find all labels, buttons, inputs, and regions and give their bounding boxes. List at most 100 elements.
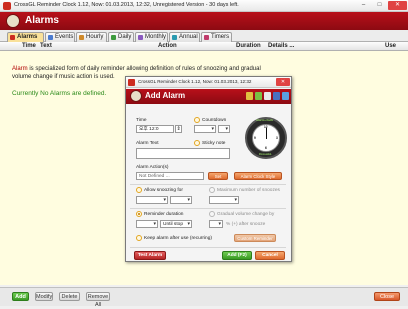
dialog-header-title: Add Alarm bbox=[145, 91, 186, 100]
alarm-clock-icon bbox=[6, 14, 20, 28]
app-icon bbox=[3, 2, 11, 10]
cancel-button[interactable]: Cancel bbox=[255, 251, 285, 260]
flag-icon[interactable] bbox=[246, 92, 253, 100]
tab-label: Events bbox=[55, 34, 74, 40]
alarm-clock-icon bbox=[130, 90, 142, 102]
modify-button[interactable]: Modify bbox=[35, 292, 53, 301]
alarm-icon bbox=[10, 35, 15, 40]
col-time[interactable]: Time bbox=[22, 43, 36, 49]
reminder-duration-checkbox[interactable] bbox=[136, 211, 142, 217]
alarm-actions-label: Alarm Action(s) bbox=[136, 165, 169, 170]
countdown-minutes-dropdown[interactable] bbox=[218, 125, 230, 133]
table-header: Time Text Action Duration Details ... Us… bbox=[0, 42, 408, 51]
tab-events[interactable]: Events bbox=[45, 32, 75, 42]
duration-unit-dropdown[interactable]: Until stop bbox=[160, 220, 192, 228]
delete-button[interactable]: Delete bbox=[59, 292, 80, 301]
countdown-label: Countdown bbox=[202, 118, 227, 123]
keep-alarm-checkbox[interactable] bbox=[136, 235, 142, 241]
col-text[interactable]: Text bbox=[40, 43, 52, 49]
alarm-clock-preview: Alarm clock CrossGL 12 3 6 9 bbox=[245, 117, 287, 159]
window-title: CrossGL Reminder Clock 1.12, Now: 01.03.… bbox=[14, 2, 239, 8]
tab-label: Annual bbox=[179, 34, 198, 40]
alarm-clock-style-button[interactable]: Alarm Clock Style bbox=[234, 172, 282, 180]
time-spinner[interactable]: ⇕ bbox=[175, 125, 182, 133]
maximize-button[interactable]: □ bbox=[372, 1, 387, 10]
clock-hand-minute bbox=[266, 128, 267, 139]
alarm-action-field[interactable]: Not Defined ... bbox=[136, 172, 204, 180]
minimize-button[interactable]: – bbox=[356, 1, 371, 10]
tab-label: Monthly bbox=[145, 34, 167, 40]
alarm-text-label: Alarm Text bbox=[136, 141, 159, 146]
clock-ring-top: Alarm clock bbox=[256, 118, 274, 122]
app-icon bbox=[128, 79, 135, 86]
tab-monthly[interactable]: Monthly bbox=[135, 32, 168, 42]
tab-alarms[interactable]: Alarms bbox=[7, 32, 44, 42]
add-button[interactable]: Add bbox=[12, 292, 29, 301]
hand-icon[interactable] bbox=[255, 92, 262, 100]
sticky-note-checkbox[interactable] bbox=[194, 140, 200, 146]
add-alarm-button[interactable]: Add (F2) bbox=[222, 251, 252, 260]
countdown-hours-dropdown[interactable] bbox=[194, 125, 216, 133]
volume-change-dropdown[interactable] bbox=[209, 220, 223, 228]
col-use[interactable]: Use bbox=[385, 43, 396, 49]
sticky-note-label: Sticky note bbox=[202, 141, 226, 146]
tab-label: Timers bbox=[211, 34, 230, 40]
save-icon[interactable] bbox=[273, 92, 280, 100]
info-icon[interactable] bbox=[282, 92, 289, 100]
dialog-title: CrossGL Reminder Clock 1.12, Now: 01.03.… bbox=[138, 79, 252, 84]
time-hour: 12 bbox=[149, 127, 155, 132]
test-alarm-button[interactable]: Test Alarm bbox=[134, 251, 166, 260]
clock-ring-bottom: CrossGL bbox=[259, 152, 272, 156]
time-ampm: 오후 bbox=[139, 127, 148, 132]
keep-alarm-label: Keep alarm after use (recurring) bbox=[144, 236, 212, 241]
page-header: Alarms bbox=[0, 12, 408, 30]
document-icon[interactable] bbox=[264, 92, 271, 100]
empty-state-message: Currently No Alarms are defined. bbox=[12, 90, 107, 97]
tab-label: Alarms bbox=[17, 34, 38, 40]
gradual-volume-label: Gradual volume change by bbox=[217, 212, 275, 217]
time-input[interactable]: 오후 12:0 bbox=[136, 125, 174, 133]
clock-face: 12 3 6 9 bbox=[252, 124, 280, 152]
tab-bar: Alarms Events Hourly Daily Monthly Annua… bbox=[0, 30, 408, 42]
bottom-toolbar: Add Modify Delete Remove All Close bbox=[0, 287, 408, 308]
description-highlight: Alarm bbox=[12, 66, 28, 72]
alarm-text-input[interactable] bbox=[136, 148, 230, 159]
tab-hourly[interactable]: Hourly bbox=[76, 32, 107, 42]
divider bbox=[130, 247, 286, 248]
timers-icon bbox=[204, 35, 209, 40]
col-action[interactable]: Action bbox=[158, 43, 177, 49]
snooze-unit-dropdown[interactable] bbox=[170, 196, 192, 204]
page-title: Alarms bbox=[25, 15, 59, 26]
max-snoozes-label: Maximum number of snoozes bbox=[217, 188, 280, 193]
allow-snoozing-label: Allow snoozing for bbox=[144, 188, 183, 193]
time-minute: 0 bbox=[155, 127, 159, 132]
window-close-button[interactable]: ✕ bbox=[388, 1, 407, 10]
divider bbox=[130, 184, 286, 185]
tab-daily[interactable]: Daily bbox=[108, 32, 134, 42]
reminder-duration-label: Reminder duration bbox=[144, 212, 184, 217]
daily-icon bbox=[111, 35, 116, 40]
snooze-minutes-dropdown[interactable] bbox=[136, 196, 168, 204]
col-details[interactable]: Details ... bbox=[268, 43, 294, 49]
max-snoozes-dropdown[interactable] bbox=[209, 196, 239, 204]
gradual-volume-checkbox[interactable] bbox=[209, 211, 215, 217]
col-duration[interactable]: Duration bbox=[236, 43, 261, 49]
close-button[interactable]: Close bbox=[374, 292, 400, 301]
until-stop-value: Until stop bbox=[163, 222, 183, 227]
max-snoozes-checkbox[interactable] bbox=[209, 187, 215, 193]
hourly-icon bbox=[79, 35, 84, 40]
allow-snoozing-checkbox[interactable] bbox=[136, 187, 142, 193]
dialog-close-button[interactable]: ✕ bbox=[276, 78, 290, 86]
duration-value-dropdown[interactable] bbox=[136, 220, 158, 228]
annual-icon bbox=[172, 35, 177, 40]
remove-all-button[interactable]: Remove All bbox=[86, 292, 110, 308]
dialog-titlebar: CrossGL Reminder Clock 1.12, Now: 01.03.… bbox=[126, 77, 291, 88]
tab-label: Daily bbox=[118, 34, 132, 40]
time-label: Time bbox=[136, 118, 147, 123]
tab-annual[interactable]: Annual bbox=[169, 32, 200, 42]
custom-reminder-button[interactable]: Custom Reminder bbox=[234, 234, 276, 242]
countdown-radio[interactable] bbox=[194, 117, 200, 123]
tab-label: Hourly bbox=[86, 34, 104, 40]
set-action-button[interactable]: Set bbox=[208, 172, 228, 180]
tab-timers[interactable]: Timers bbox=[201, 32, 232, 42]
